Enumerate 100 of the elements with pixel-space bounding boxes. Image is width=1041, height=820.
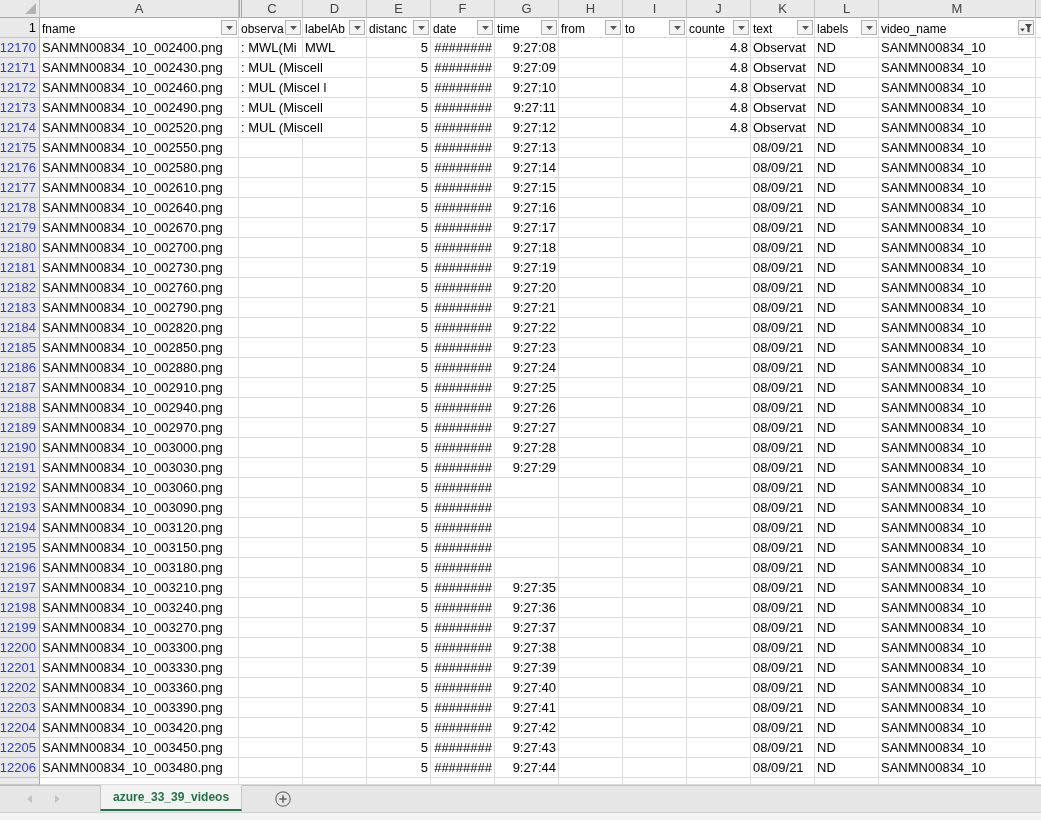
row-header[interactable]: 12206 [0, 758, 40, 778]
row-header[interactable]: 12202 [0, 678, 40, 698]
column-header[interactable]: J [687, 0, 751, 18]
table-cell: 5 [367, 218, 431, 238]
row-header[interactable]: 12201 [0, 658, 40, 678]
column-header[interactable]: F [431, 0, 495, 18]
row-header[interactable]: 12187 [0, 378, 40, 398]
row-header[interactable]: 12199 [0, 618, 40, 638]
empty-cell [559, 538, 623, 558]
table-cell: ######## [431, 558, 495, 578]
column-header[interactable]: G [495, 0, 559, 18]
column-header[interactable]: M [879, 0, 1036, 18]
table-cell: 9:27:21 [495, 298, 559, 318]
table-cell: SANMN00834_10_003150.png [40, 538, 239, 558]
row-header[interactable]: 12197 [0, 578, 40, 598]
column-header[interactable]: L [815, 0, 879, 18]
row-header[interactable]: 12189 [0, 418, 40, 438]
table-cell: SANMN00834_10 [879, 198, 1036, 218]
row-header[interactable]: 12193 [0, 498, 40, 518]
table-cell: ######## [431, 498, 495, 518]
filter-dropdown-button[interactable] [221, 20, 237, 35]
row-header[interactable]: 12186 [0, 358, 40, 378]
row-header[interactable]: 12200 [0, 638, 40, 658]
column-header[interactable]: K [751, 0, 815, 18]
row-header[interactable]: 12175 [0, 138, 40, 158]
table-cell: SANMN00834_10 [879, 138, 1036, 158]
empty-cell [239, 178, 303, 198]
empty-cell [239, 598, 303, 618]
row-header[interactable]: 12172 [0, 78, 40, 98]
empty-cell [687, 358, 751, 378]
row-header[interactable]: 12174 [0, 118, 40, 138]
row-header[interactable]: 12195 [0, 538, 40, 558]
row-header[interactable]: 12173 [0, 98, 40, 118]
column-header[interactable]: A [40, 0, 239, 18]
row-header[interactable]: 12171 [0, 58, 40, 78]
table-cell: SANMN00834_10 [879, 58, 1036, 78]
caret-down-icon [865, 25, 873, 30]
row-header[interactable]: 12194 [0, 518, 40, 538]
row-header[interactable]: 12180 [0, 238, 40, 258]
table-cell: 9:27:23 [495, 338, 559, 358]
filter-dropdown-button[interactable] [797, 20, 813, 35]
row-header[interactable]: 12179 [0, 218, 40, 238]
table-cell: ######## [431, 178, 495, 198]
row-header[interactable]: 12177 [0, 178, 40, 198]
empty-cell [559, 438, 623, 458]
row-header[interactable]: 12203 [0, 698, 40, 718]
row-header[interactable]: 12176 [0, 158, 40, 178]
column-header[interactable]: E [367, 0, 431, 18]
filter-dropdown-button[interactable] [861, 20, 877, 35]
row-header[interactable]: 12198 [0, 598, 40, 618]
empty-cell [303, 598, 367, 618]
table-cell: ######## [431, 98, 495, 118]
row-header[interactable]: 12182 [0, 278, 40, 298]
filter-dropdown-button[interactable] [477, 20, 493, 35]
column-header[interactable]: C [239, 0, 303, 18]
row-header[interactable]: 12178 [0, 198, 40, 218]
column-header[interactable]: H [559, 0, 623, 18]
filter-dropdown-button[interactable] [541, 20, 557, 35]
filter-dropdown-button[interactable] [1018, 20, 1034, 35]
filter-dropdown-button[interactable] [285, 20, 301, 35]
table-cell: 9:27:25 [495, 378, 559, 398]
row-header[interactable]: 12205 [0, 738, 40, 758]
filter-dropdown-button[interactable] [349, 20, 365, 35]
column-title: counte [689, 20, 726, 35]
empty-cell [559, 298, 623, 318]
row-header[interactable]: 12192 [0, 478, 40, 498]
table-cell: ######## [431, 718, 495, 738]
empty-cell [687, 198, 751, 218]
filter-dropdown-button[interactable] [413, 20, 429, 35]
row-header[interactable]: 12196 [0, 558, 40, 578]
column-title: labelAb [305, 20, 346, 35]
column-header[interactable]: I [623, 0, 687, 18]
row-header[interactable]: 12181 [0, 258, 40, 278]
table-cell: SANMN00834_10_002910.png [40, 378, 239, 398]
empty-cell [623, 178, 687, 198]
table-cell: 5 [367, 558, 431, 578]
empty-cell [623, 438, 687, 458]
filter-dropdown-button[interactable] [733, 20, 749, 35]
table-cell: 9:27:15 [495, 178, 559, 198]
row-header[interactable]: 12170 [0, 38, 40, 58]
column-header[interactable]: D [303, 0, 367, 18]
sheet-tab[interactable]: azure_33_39_videos [100, 785, 243, 811]
column-title: time [497, 20, 520, 35]
table-cell: 5 [367, 378, 431, 398]
row-header[interactable]: 12183 [0, 298, 40, 318]
empty-cell [623, 558, 687, 578]
row-header[interactable]: 1 [0, 18, 40, 38]
filter-dropdown-button[interactable] [669, 20, 685, 35]
table-cell: ######## [431, 598, 495, 618]
table-cell: 5 [367, 238, 431, 258]
empty-cell [239, 558, 303, 578]
row-header[interactable]: 12188 [0, 398, 40, 418]
row-header[interactable]: 12185 [0, 338, 40, 358]
empty-cell [559, 318, 623, 338]
table-cell: SANMN00834_10 [879, 218, 1036, 238]
filter-dropdown-button[interactable] [605, 20, 621, 35]
row-header[interactable]: 12204 [0, 718, 40, 738]
row-header[interactable]: 12191 [0, 458, 40, 478]
row-header[interactable]: 12190 [0, 438, 40, 458]
row-header[interactable]: 12184 [0, 318, 40, 338]
